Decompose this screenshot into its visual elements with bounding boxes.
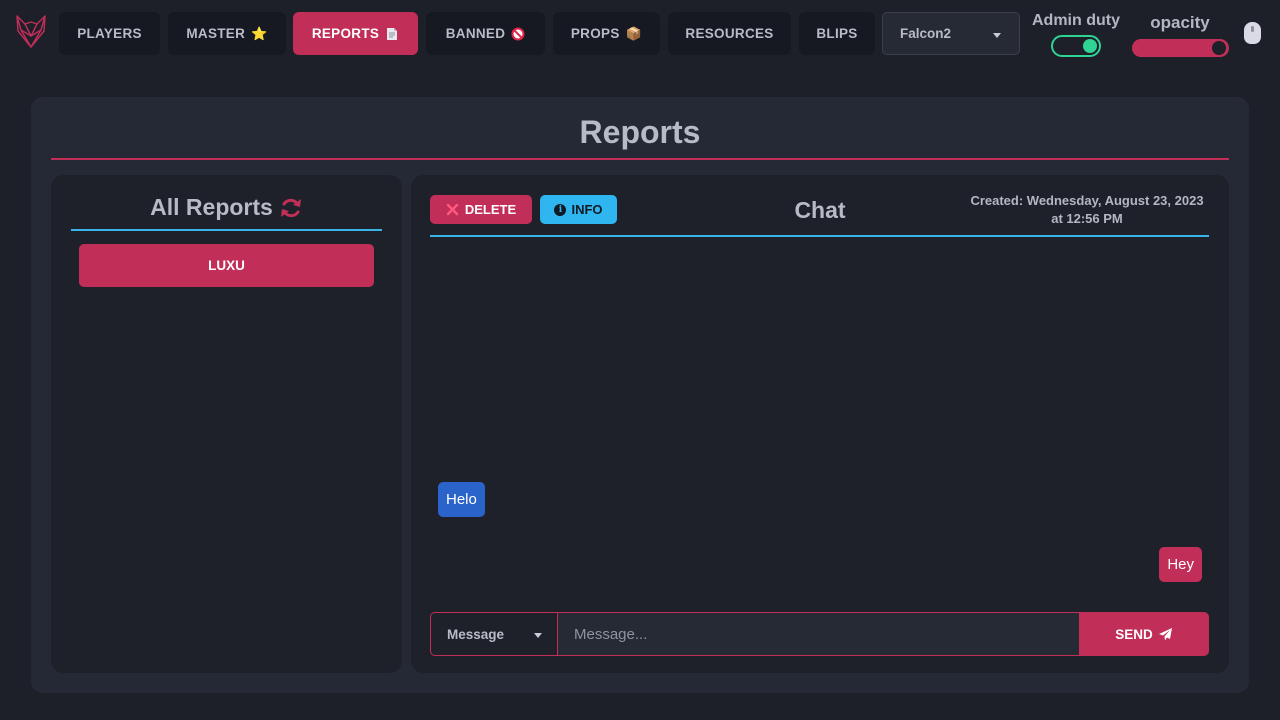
star-icon: ⭐ <box>251 26 268 41</box>
server-select-value: Falcon2 <box>900 26 952 41</box>
nav-blips-button[interactable]: BLIPS <box>799 12 875 55</box>
nav-reports-button[interactable]: REPORTS <box>293 12 418 55</box>
chevron-down-icon <box>534 633 542 638</box>
toggle-knob <box>1083 39 1097 53</box>
send-button[interactable]: SEND <box>1079 612 1209 656</box>
report-item-label: LUXU <box>208 258 245 273</box>
nav-master-button[interactable]: MASTER ⭐ <box>168 12 286 55</box>
package-icon: 📦 <box>625 26 643 41</box>
report-item-luxu[interactable]: LUXU <box>79 244 374 287</box>
created-timestamp: Created: Wednesday, August 23, 2023 at 1… <box>970 193 1204 226</box>
server-select[interactable]: Falcon2 <box>882 12 1020 55</box>
prohibited-icon <box>511 27 525 40</box>
nav-resources-button[interactable]: RESOURCES <box>668 12 791 55</box>
chat-title: Chat <box>794 197 846 223</box>
page-title: Reports <box>579 114 701 150</box>
nav-master-label: MASTER <box>186 26 246 41</box>
nav-players-label: PLAYERS <box>77 26 142 41</box>
nav-props-label: PROPS <box>570 26 620 41</box>
refresh-icon[interactable] <box>279 197 303 219</box>
info-icon: i <box>554 203 567 216</box>
opacity-slider[interactable] <box>1132 39 1229 57</box>
admin-duty-label: Admin duty <box>1032 12 1120 29</box>
nav-props-button[interactable]: PROPS 📦 <box>553 12 660 55</box>
reports-list-card: All Reports LUXU <box>51 175 402 673</box>
message-type-value: Message <box>447 626 505 642</box>
nav-banned-button[interactable]: BANNED <box>426 12 545 55</box>
send-label: SEND <box>1115 626 1153 642</box>
chat-divider <box>430 235 1209 237</box>
chat-card: DELETE i INFO Chat Created: Wednesday, A… <box>411 175 1229 673</box>
mouse-icon[interactable] <box>1244 22 1261 44</box>
message-bubble-incoming: Helo <box>438 482 485 517</box>
delete-label: DELETE <box>464 202 517 217</box>
nav-blips-label: BLIPS <box>816 26 858 41</box>
message-composer: Message SEND <box>430 612 1209 656</box>
chevron-down-icon <box>993 33 1001 38</box>
opacity-label: opacity <box>1150 13 1210 32</box>
nav-reports-label: REPORTS <box>311 26 380 41</box>
fox-logo-icon <box>16 15 46 48</box>
title-divider <box>51 158 1229 160</box>
reports-list-title: All Reports <box>150 194 273 220</box>
document-icon <box>387 27 398 40</box>
nav-players-button[interactable]: PLAYERS <box>59 12 160 55</box>
info-button[interactable]: i INFO <box>540 195 617 224</box>
reports-panel: Reports All Reports LUXU DELETE i INFO C… <box>31 97 1249 693</box>
message-type-select[interactable]: Message <box>430 612 558 656</box>
info-label: INFO <box>571 202 603 217</box>
delete-button[interactable]: DELETE <box>430 195 532 224</box>
paper-plane-icon <box>1158 627 1172 640</box>
nav-resources-label: RESOURCES <box>685 26 774 41</box>
nav-banned-label: BANNED <box>445 26 506 41</box>
reports-list-divider <box>71 229 382 231</box>
close-icon <box>446 203 459 216</box>
message-input[interactable] <box>557 612 1080 656</box>
slider-handle[interactable] <box>1212 41 1226 55</box>
admin-duty-toggle[interactable] <box>1051 35 1101 57</box>
reports-list-header: All Reports <box>51 194 402 221</box>
message-bubble-outgoing: Hey <box>1159 547 1202 582</box>
